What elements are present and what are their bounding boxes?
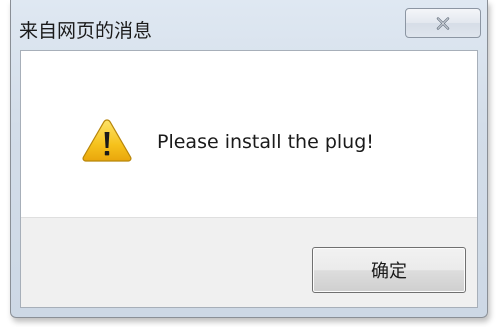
- ok-button[interactable]: 确定: [312, 247, 466, 293]
- close-icon: [436, 16, 450, 30]
- dialog-titlebar[interactable]: 来自网页的消息: [11, 0, 487, 42]
- close-button[interactable]: [405, 8, 481, 38]
- warning-icon: [81, 117, 133, 163]
- message-area: Please install the plug!: [21, 51, 477, 217]
- dialog-footer: 确定: [21, 217, 477, 307]
- message-dialog: 来自网页的消息 Please install the plug! 确定: [10, 0, 488, 318]
- dialog-body: Please install the plug! 确定: [20, 50, 478, 308]
- dialog-title: 来自网页的消息: [19, 20, 153, 42]
- dialog-message: Please install the plug!: [157, 131, 374, 153]
